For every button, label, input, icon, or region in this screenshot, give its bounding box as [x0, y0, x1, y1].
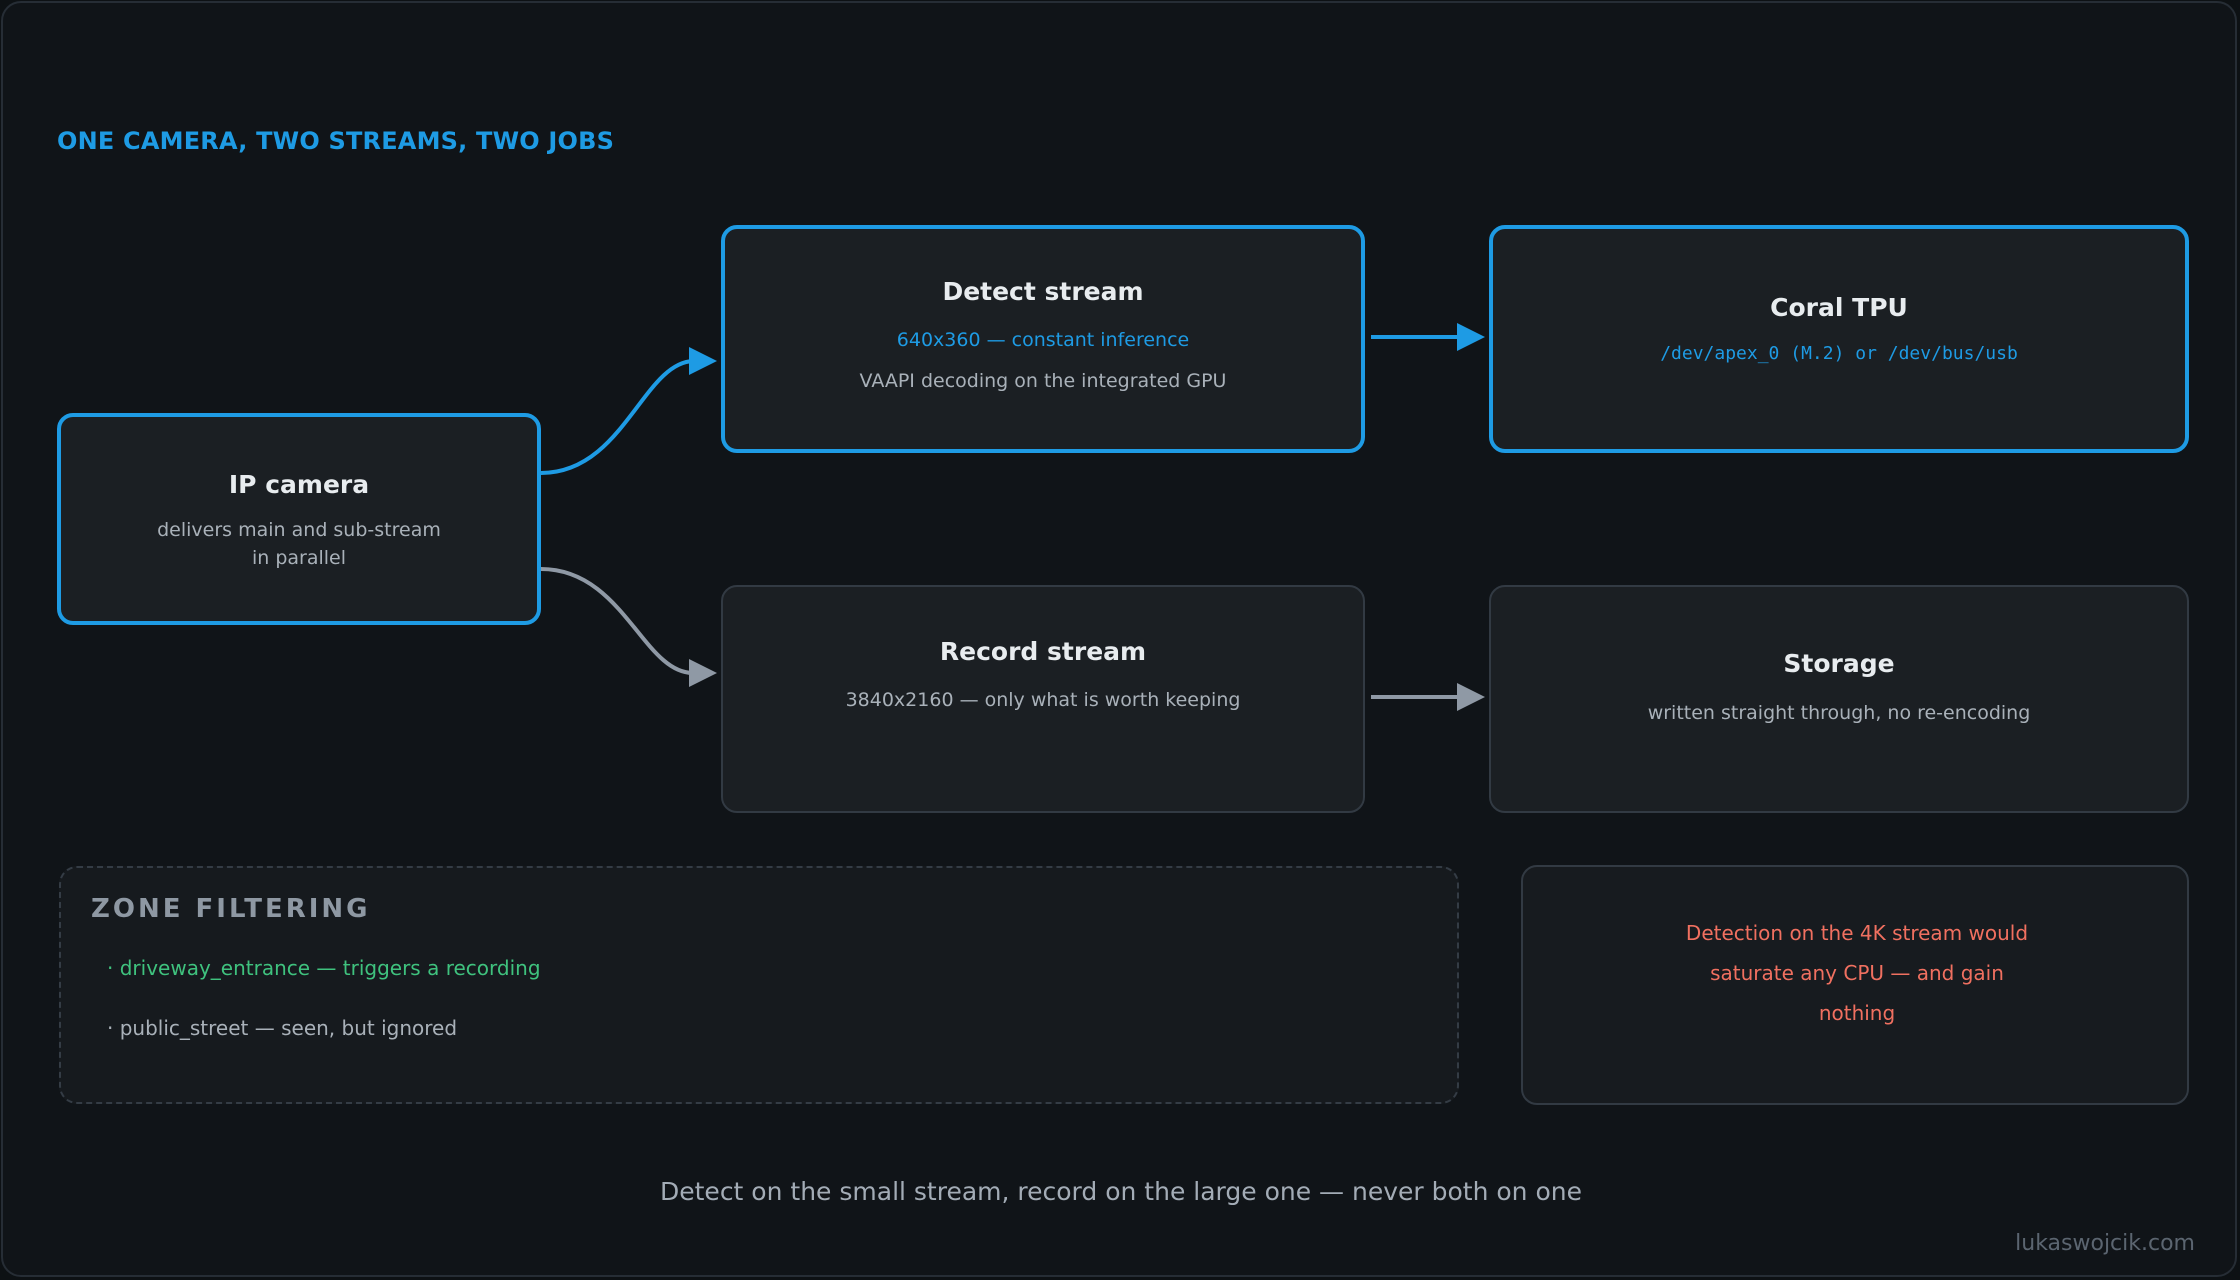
warning-panel: Detection on the 4K stream would saturat… [1521, 865, 2189, 1105]
node-device-path: /dev/apex_0 (M.2) or /dev/bus/usb [1660, 343, 2018, 364]
node-description-line: in parallel [251, 547, 347, 569]
node-ip-camera: IP camera delivers main and sub-stream i… [57, 413, 541, 625]
node-description-line: delivers main and sub-stream [157, 519, 441, 541]
node-title: Coral TPU [1770, 293, 1908, 322]
diagram-heading: ONE CAMERA, TWO STREAMS, TWO JOBS [57, 127, 615, 155]
node-title: Detect stream [942, 277, 1144, 306]
node-storage: Storage written straight through, no re-… [1489, 585, 2189, 813]
arrow-camera-to-detect [540, 359, 694, 475]
node-note: VAAPI decoding on the integrated GPU [859, 370, 1227, 392]
node-spec: 3840x2160 — only what is worth keeping [845, 689, 1241, 711]
arrow-camera-to-record [540, 567, 694, 675]
zone-panel-title: ZONE FILTERING [91, 894, 371, 924]
node-detect-stream: Detect stream 640x360 — constant inferen… [721, 225, 1365, 453]
node-record-stream: Record stream 3840x2160 — only what is w… [721, 585, 1365, 813]
diagram-canvas: ONE CAMERA, TWO STREAMS, TWO JOBS IP cam… [1, 1, 2237, 1277]
node-title: Storage [1783, 649, 1895, 678]
zone-filtering-panel: ZONE FILTERING · driveway_entrance — tri… [59, 866, 1459, 1104]
arrowhead-record-to-storage [1457, 683, 1485, 711]
site-credit: lukaswojcik.com [2015, 1231, 2195, 1256]
arrowhead-camera-to-record [689, 659, 717, 687]
node-title: Record stream [939, 637, 1147, 666]
node-note: written straight through, no re-encoding [1647, 702, 2031, 724]
arrowhead-camera-to-detect [689, 347, 717, 375]
diagram-caption: Detect on the small stream, record on th… [660, 1177, 1582, 1206]
node-title: IP camera [228, 470, 370, 499]
node-spec: 640x360 — constant inference [896, 329, 1190, 351]
warning-text: Detection on the 4K stream would saturat… [1685, 921, 2029, 1025]
zone-item-driveway: · driveway_entrance — triggers a recordi… [107, 956, 541, 980]
zone-item-street: · public_street — seen, but ignored [107, 1016, 458, 1040]
arrowhead-detect-to-coral [1457, 323, 1485, 351]
node-coral-tpu: Coral TPU /dev/apex_0 (M.2) or /dev/bus/… [1489, 225, 2189, 453]
